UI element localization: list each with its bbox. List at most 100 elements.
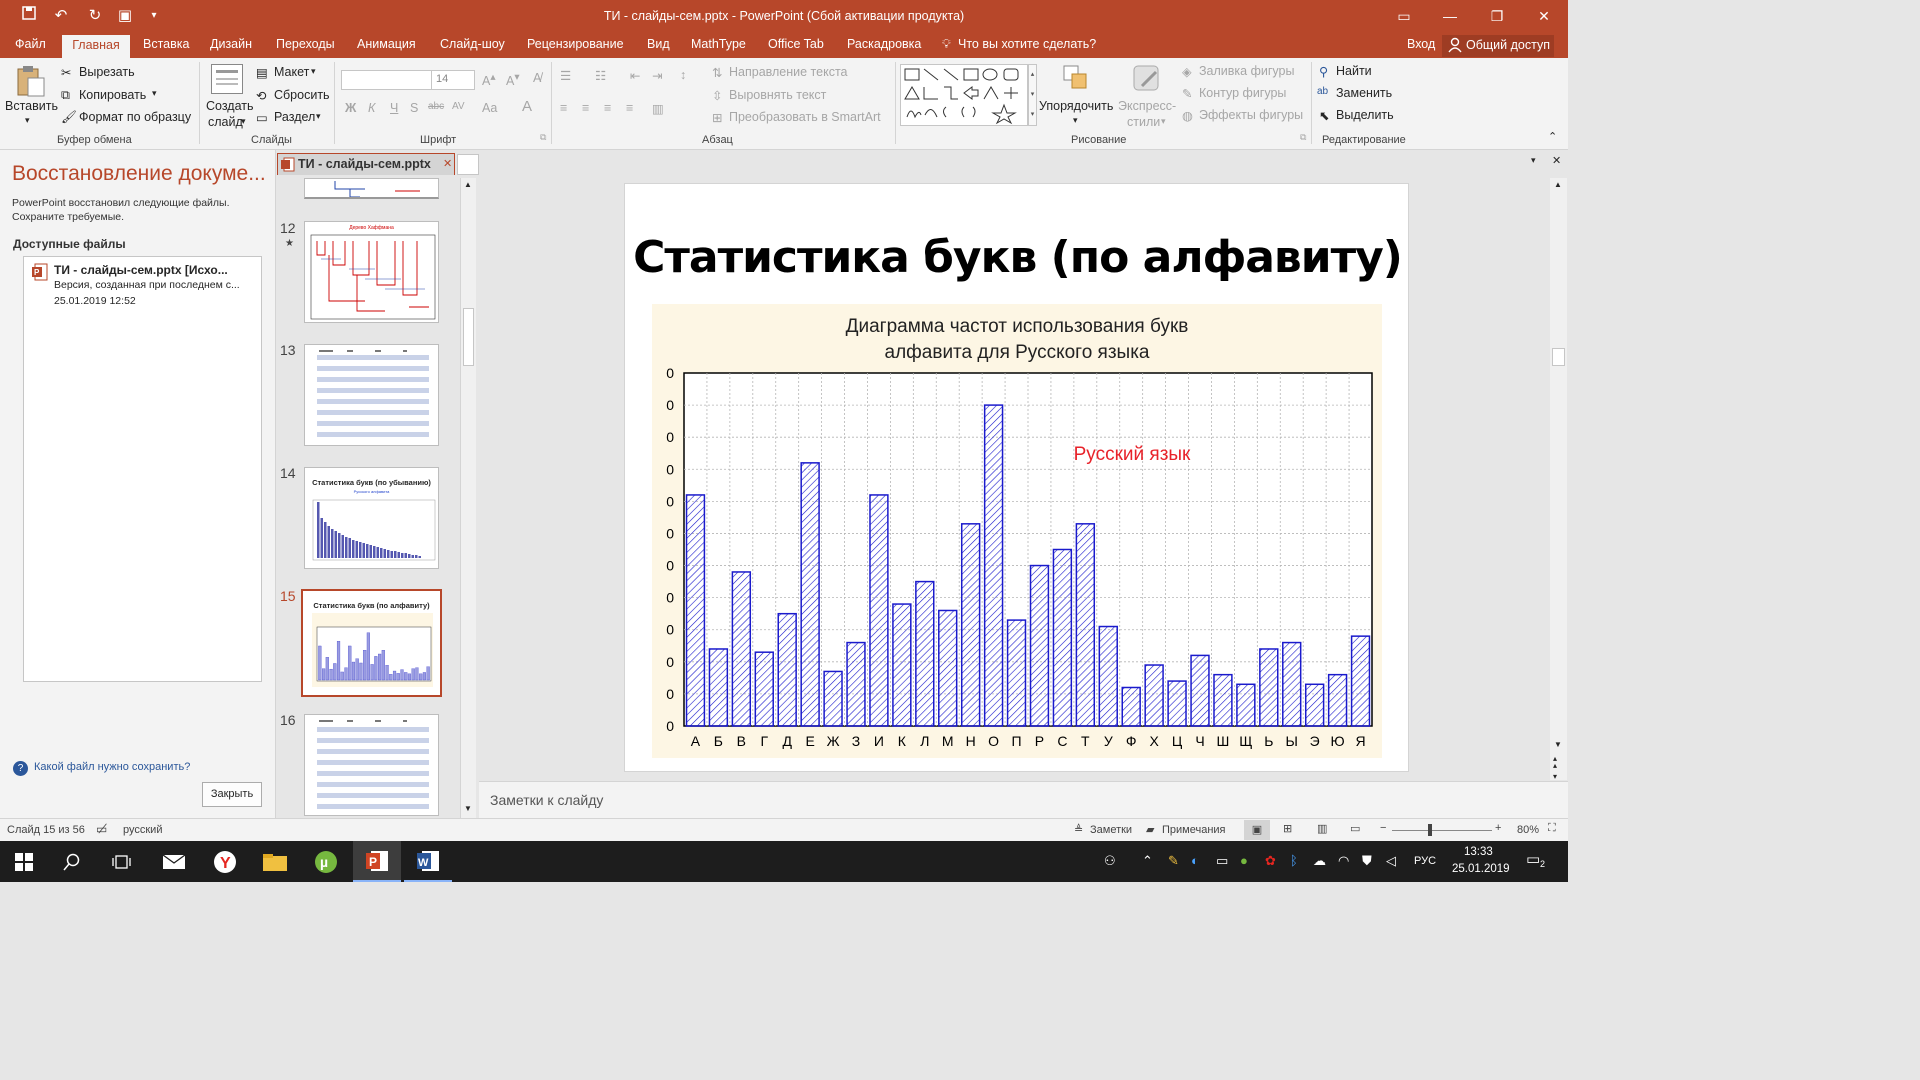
show-hidden-icons[interactable]: ⌃ bbox=[1142, 853, 1153, 869]
shape-fill-button[interactable]: Заливка фигуры bbox=[1199, 64, 1294, 78]
thumbnail-slide-13[interactable] bbox=[304, 344, 439, 446]
letter-frequency-chart[interactable]: Диаграмма частот использования букв алфа… bbox=[652, 304, 1382, 758]
clear-format-icon[interactable]: A̸ bbox=[533, 71, 541, 85]
thumbnail-scrollbar[interactable]: ▲ ▼ bbox=[460, 178, 476, 818]
tab-insert[interactable]: Вставка bbox=[143, 37, 189, 51]
layout-dropdown-icon[interactable]: ▾ bbox=[311, 66, 316, 77]
align-text-button[interactable]: Выровнять текст bbox=[729, 88, 826, 102]
text-direction-button[interactable]: Направление текста bbox=[729, 65, 848, 79]
yandex-browser-icon[interactable]: Y bbox=[201, 841, 249, 882]
collapse-ribbon-icon[interactable]: ⌃ bbox=[1548, 130, 1557, 143]
copy-dropdown-icon[interactable]: ▾ bbox=[152, 88, 157, 99]
notes-pane[interactable]: Заметки к слайду bbox=[479, 781, 1568, 818]
tab-file[interactable]: Файл bbox=[15, 37, 46, 51]
notes-toggle-button[interactable]: Заметки bbox=[1090, 824, 1132, 836]
zoom-out-icon[interactable]: − bbox=[1380, 822, 1386, 834]
tab-transitions[interactable]: Переходы bbox=[276, 37, 335, 51]
fit-to-window-icon[interactable]: ⛶ bbox=[1548, 822, 1556, 835]
slide-title[interactable]: Статистика букв (по алфавиту) bbox=[625, 232, 1410, 283]
slide-scroll-down-icon[interactable]: ▼ bbox=[1554, 740, 1562, 749]
slide-sorter-icon[interactable]: ⊞ bbox=[1283, 822, 1292, 835]
strikethrough-icon[interactable]: abc bbox=[428, 101, 444, 112]
new-tab-area[interactable] bbox=[457, 154, 479, 175]
font-dialog-launcher-icon[interactable]: ⧉ bbox=[540, 132, 546, 143]
tab-mathtype[interactable]: MathType bbox=[691, 37, 746, 51]
copy-button[interactable]: Копировать bbox=[79, 88, 146, 102]
comments-button[interactable]: Примечания bbox=[1162, 824, 1226, 836]
thumbnail-slide-15[interactable]: Статистика букв (по алфавиту) bbox=[301, 589, 442, 697]
tab-design[interactable]: Дизайн bbox=[210, 37, 252, 51]
slide-scroll-thumb[interactable] bbox=[1552, 348, 1565, 366]
sign-in-link[interactable]: Вход bbox=[1407, 37, 1435, 51]
font-size-field[interactable]: 14 bbox=[431, 70, 475, 90]
paste-dropdown-icon[interactable]: ▾ bbox=[25, 115, 30, 126]
arrange-dropdown-icon[interactable]: ▾ bbox=[1073, 115, 1078, 126]
tab-slideshow[interactable]: Слайд-шоу bbox=[440, 37, 505, 51]
shapes-gallery-scroll[interactable]: ▴ ▾ ▾ bbox=[1028, 64, 1037, 126]
bold-icon[interactable]: Ж bbox=[345, 101, 356, 115]
clock-date[interactable]: 25.01.2019 bbox=[1452, 863, 1510, 875]
increase-indent-icon[interactable]: ⇥ bbox=[652, 68, 662, 83]
close-window-icon[interactable]: ✕ bbox=[1530, 4, 1558, 28]
paste-button[interactable]: Вставить bbox=[5, 99, 58, 113]
align-right-icon[interactable]: ≡ bbox=[604, 101, 611, 115]
scroll-up-icon[interactable]: ▲ bbox=[464, 180, 472, 189]
reading-view-icon[interactable]: ▥ bbox=[1317, 822, 1327, 835]
tab-view[interactable]: Вид bbox=[647, 37, 670, 51]
zoom-level[interactable]: 80% bbox=[1517, 824, 1539, 836]
new-slide-dropdown-icon[interactable]: ▾ bbox=[241, 116, 246, 127]
minimize-icon[interactable]: — bbox=[1436, 4, 1464, 28]
bluetooth-icon[interactable]: ᛒ bbox=[1290, 853, 1298, 868]
ribbon-display-icon[interactable]: ▭ bbox=[1390, 4, 1418, 28]
layout-button[interactable]: Макет bbox=[274, 65, 309, 79]
reset-button[interactable]: Сбросить bbox=[274, 88, 330, 102]
tab-review[interactable]: Рецензирование bbox=[527, 37, 624, 51]
input-language[interactable]: РУС bbox=[1414, 855, 1436, 867]
powerpoint-taskbar-icon[interactable]: P bbox=[353, 841, 401, 882]
replace-button[interactable]: Заменить bbox=[1336, 86, 1392, 100]
share-button[interactable]: Общий доступ bbox=[1442, 35, 1554, 57]
previous-slide-icon[interactable]: ▴ ▴ bbox=[1553, 755, 1557, 770]
close-pane-icon[interactable]: ✕ bbox=[1552, 154, 1561, 167]
mail-icon[interactable] bbox=[150, 841, 198, 882]
pane-options-icon[interactable]: ▾ bbox=[1531, 155, 1536, 166]
file-explorer-icon[interactable] bbox=[251, 841, 299, 882]
quick-styles-button-line2[interactable]: стили bbox=[1127, 115, 1160, 129]
quick-styles-icon[interactable] bbox=[1132, 64, 1162, 94]
shrink-font-icon[interactable]: A▾ bbox=[506, 71, 520, 88]
slideshow-view-icon[interactable]: ▭ bbox=[1350, 822, 1360, 835]
slide-scroll-up-icon[interactable]: ▲ bbox=[1554, 180, 1562, 189]
font-name-field[interactable] bbox=[341, 70, 433, 90]
recovered-file-item[interactable]: P ТИ - слайды-сем.pptx [Исхо... Версия, … bbox=[28, 261, 258, 313]
bullets-icon[interactable]: ☰ bbox=[560, 68, 571, 83]
justify-icon[interactable]: ≡ bbox=[626, 101, 633, 115]
thumbnail-slide-16[interactable] bbox=[304, 714, 439, 816]
document-tab[interactable]: ТИ - слайды-сем.pptx ✕ bbox=[277, 153, 455, 175]
format-painter-button[interactable]: Формат по образцу bbox=[79, 110, 191, 124]
defender-icon[interactable]: ⛊ bbox=[1362, 853, 1372, 869]
spacing-icon[interactable]: AV bbox=[452, 101, 465, 112]
tab-officetab[interactable]: Office Tab bbox=[768, 37, 824, 51]
current-slide[interactable]: Статистика букв (по алфавиту) Диаграмма … bbox=[624, 183, 1409, 772]
scroll-down-icon[interactable]: ▼ bbox=[464, 804, 472, 813]
thumbnail-slide-14[interactable]: Статистика букв (по убыванию) Русского а… bbox=[304, 467, 439, 569]
cut-button[interactable]: Вырезать bbox=[79, 65, 135, 79]
task-view-icon[interactable] bbox=[98, 841, 146, 882]
thumbnail-scroll-thumb[interactable] bbox=[463, 308, 474, 366]
section-button[interactable]: Раздел bbox=[274, 110, 315, 124]
section-dropdown-icon[interactable]: ▾ bbox=[316, 111, 321, 122]
font-color-icon[interactable]: A bbox=[522, 98, 532, 115]
line-spacing-icon[interactable]: ↕ bbox=[680, 68, 686, 82]
shapes-gallery[interactable] bbox=[900, 64, 1028, 126]
people-icon[interactable]: ⚇ bbox=[1104, 853, 1116, 869]
slide-scrollbar[interactable]: ▲ ▼ ▴▴ ▾▾ bbox=[1550, 178, 1567, 788]
normal-view-icon[interactable]: ▣ bbox=[1244, 820, 1270, 840]
tab-storyboard[interactable]: Раскадровка bbox=[847, 37, 921, 51]
shape-effects-button[interactable]: Эффекты фигуры bbox=[1199, 108, 1303, 122]
arrange-icon[interactable] bbox=[1062, 64, 1092, 94]
arrange-button[interactable]: Упорядочить bbox=[1039, 99, 1113, 113]
wifi-icon[interactable]: ◠ bbox=[1338, 853, 1349, 869]
smartart-button[interactable]: Преобразовать в SmartArt bbox=[729, 110, 881, 124]
new-slide-button-line2[interactable]: слайд bbox=[208, 115, 243, 129]
find-button[interactable]: Найти bbox=[1336, 64, 1372, 78]
